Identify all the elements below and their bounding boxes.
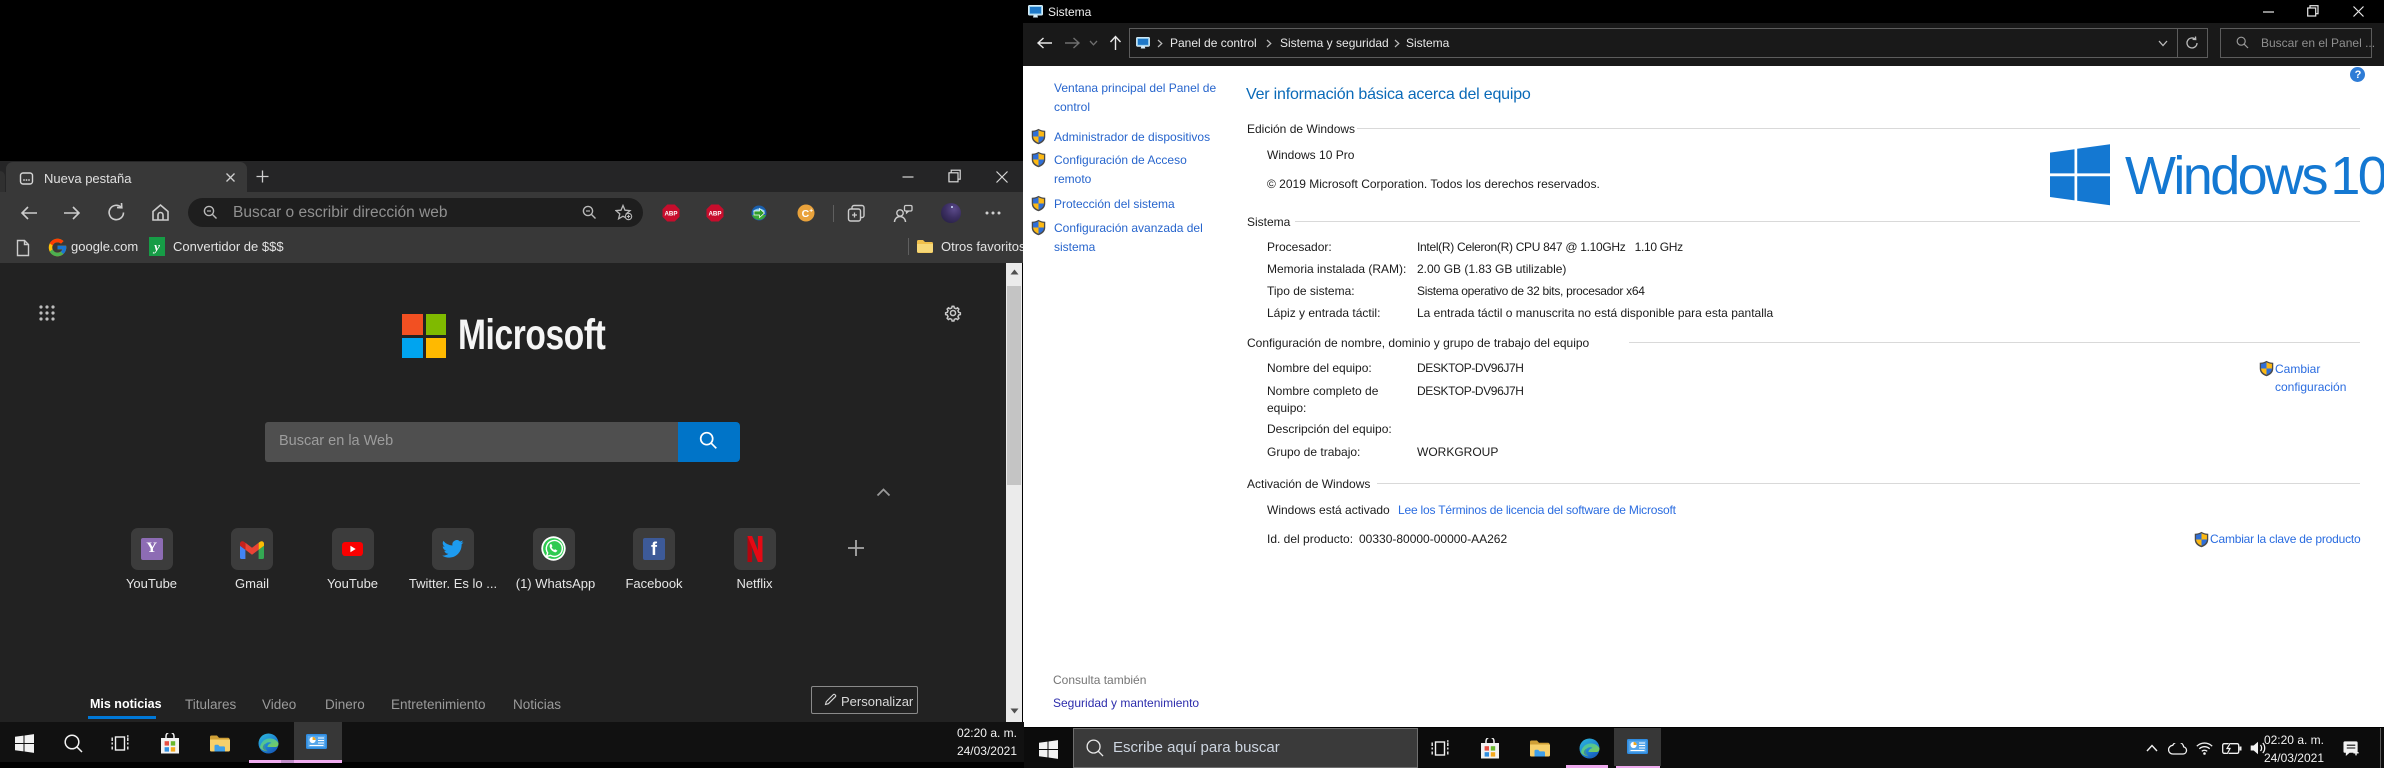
svg-text:ABP: ABP: [664, 211, 677, 218]
svg-text:+: +: [809, 207, 813, 214]
svg-text:y: y: [152, 239, 160, 254]
svg-text:ABP: ABP: [708, 211, 721, 218]
